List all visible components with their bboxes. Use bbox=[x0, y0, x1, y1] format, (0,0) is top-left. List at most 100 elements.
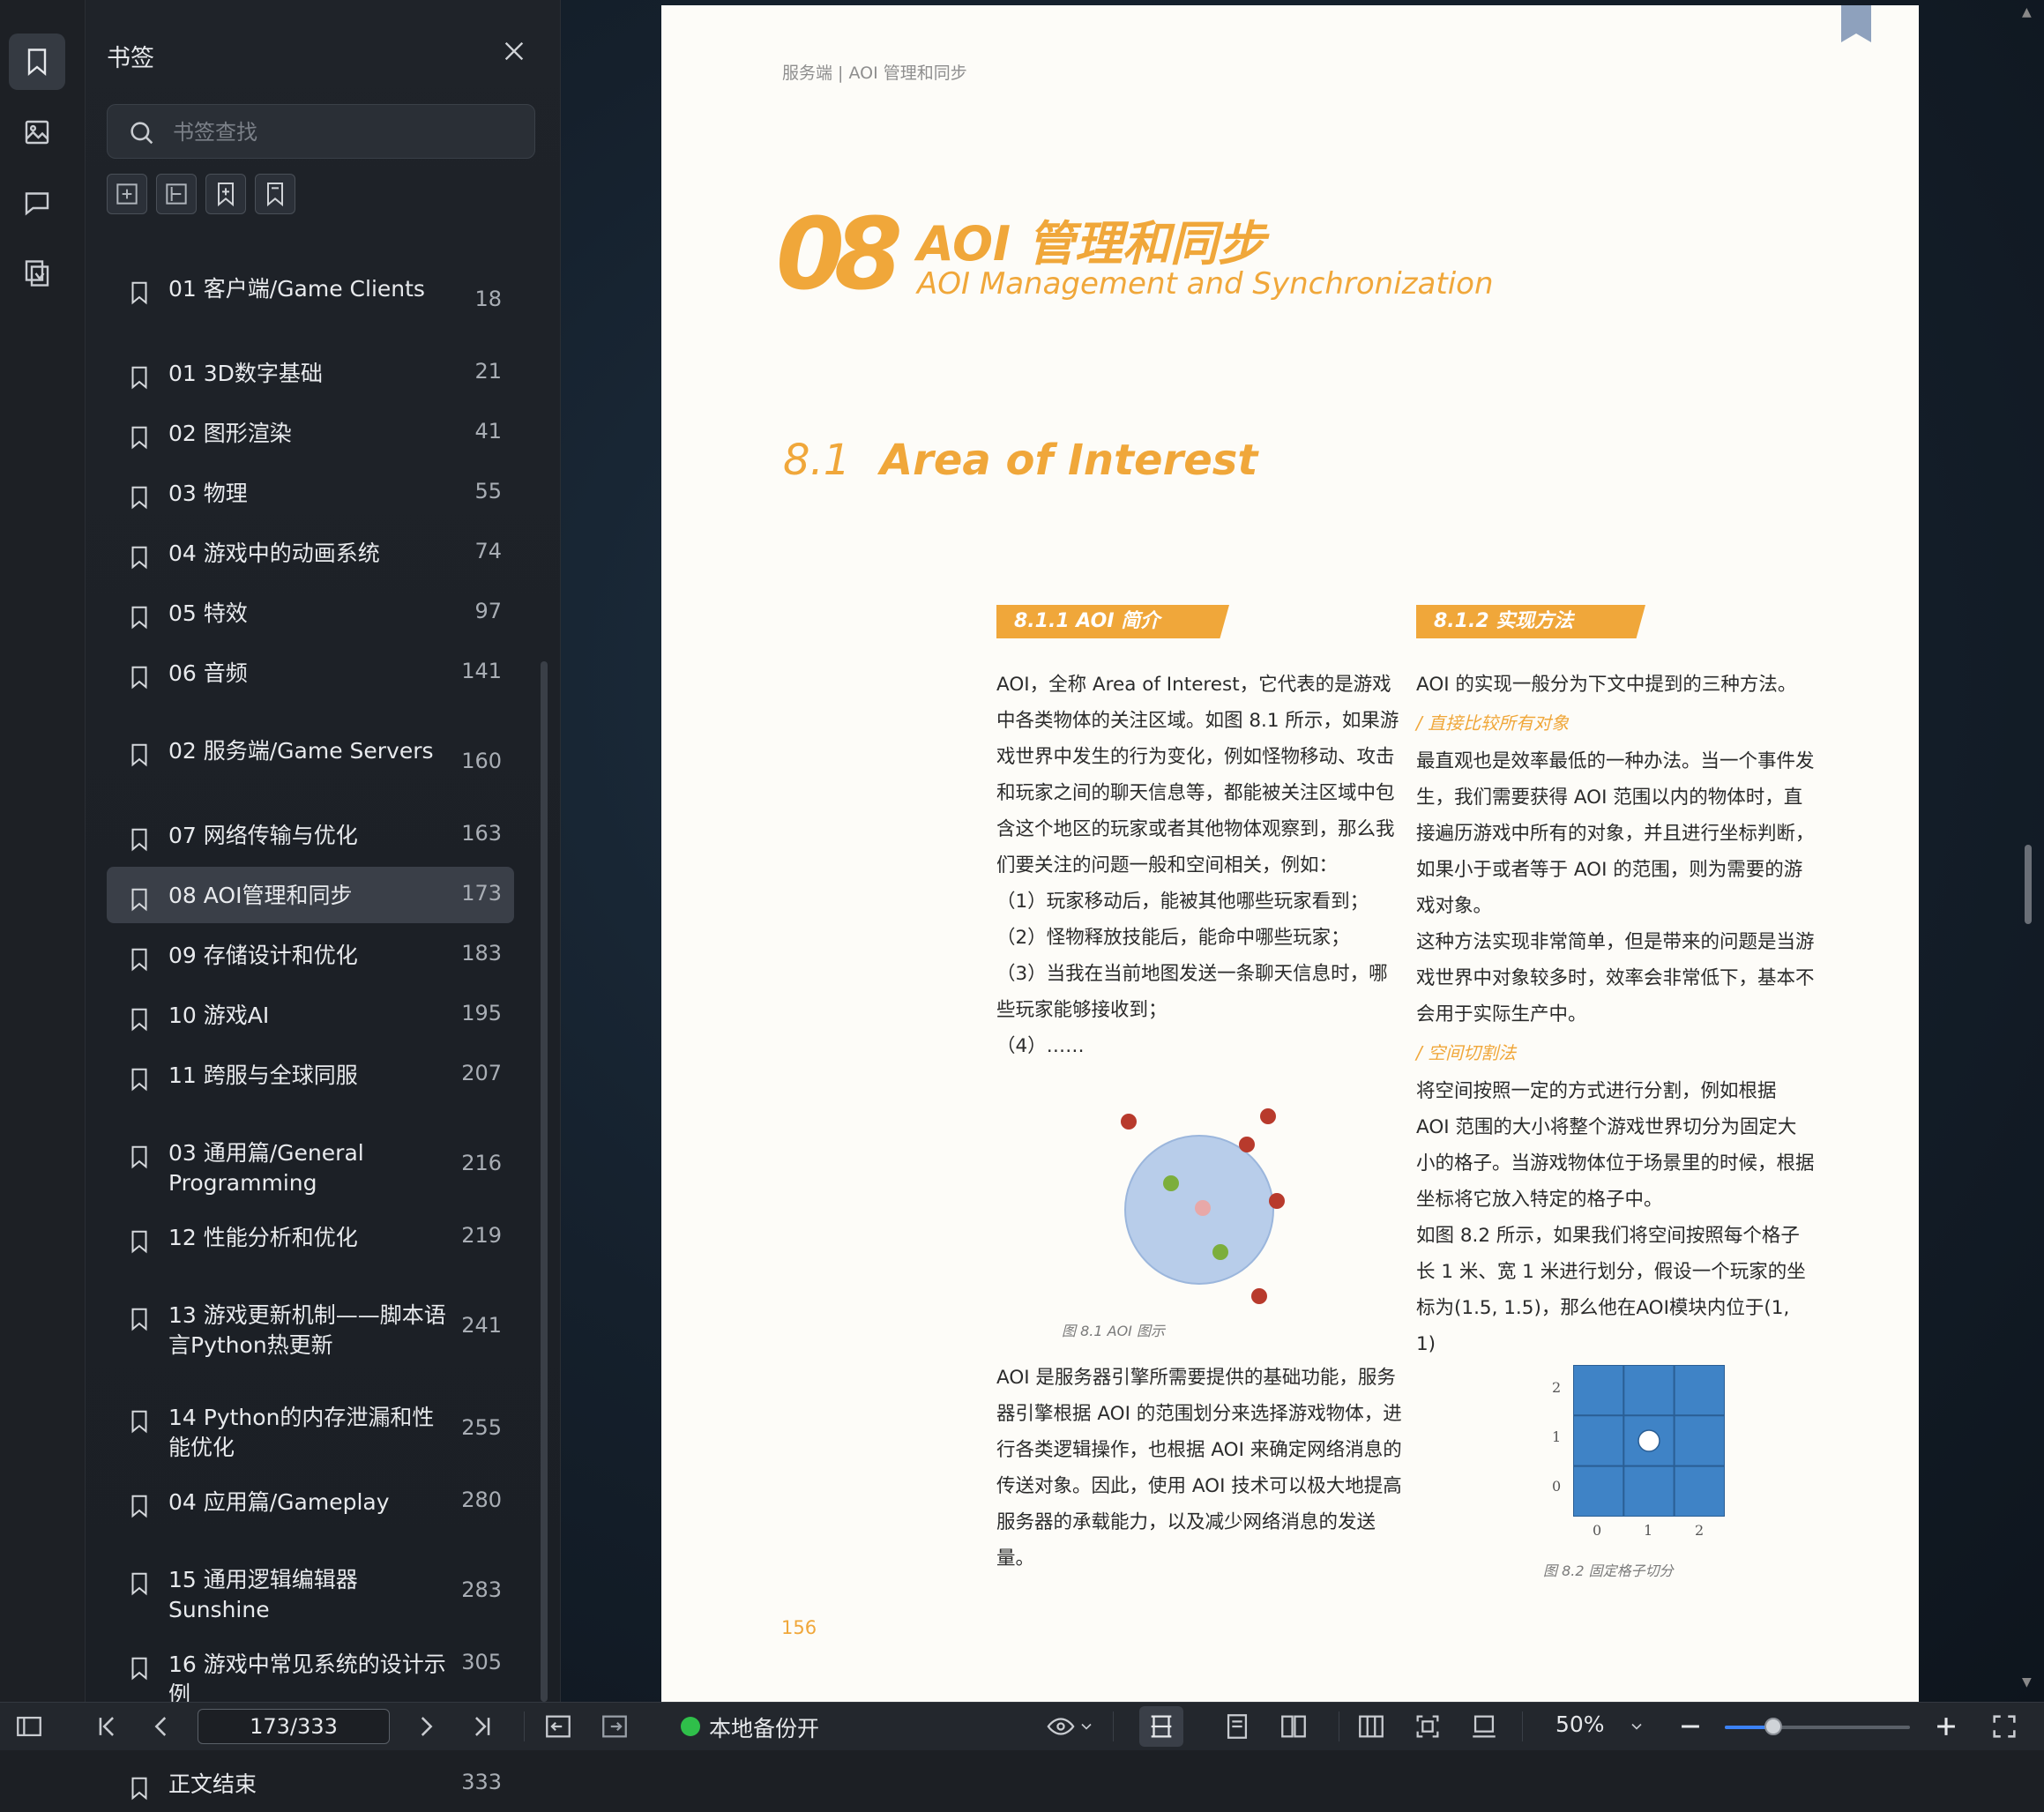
x-tick-label: 2 bbox=[1695, 1522, 1705, 1539]
eye-icon[interactable] bbox=[1046, 1711, 1076, 1741]
bookmark-item[interactable]: 08 AOI管理和同步 173 bbox=[107, 867, 514, 923]
subsection-badge-methods: 8.1.2 实现方法 bbox=[1416, 605, 1645, 638]
zoom-slider-handle[interactable] bbox=[1764, 1718, 1782, 1735]
bookmark-item[interactable]: 03 物理 55 bbox=[107, 465, 514, 521]
continuous-scroll-icon[interactable] bbox=[1146, 1711, 1176, 1741]
bookmark-icon bbox=[131, 1410, 147, 1434]
expand-all-icon bbox=[116, 183, 138, 205]
bookmark-item[interactable]: 01 客户端/Game Clients 18 bbox=[107, 260, 514, 341]
bookmark-item[interactable]: 05 特效 97 bbox=[107, 585, 514, 641]
subsection-badge-aoi-intro: 8.1.1 AOI 简介 bbox=[996, 605, 1229, 638]
actual-size-icon[interactable] bbox=[1469, 1711, 1499, 1741]
bookmark-item[interactable]: 09 存储设计和优化 183 bbox=[107, 927, 514, 983]
chevron-down-icon[interactable] bbox=[1628, 1711, 1645, 1741]
image-icon bbox=[25, 120, 49, 145]
sidebar-scrollbar[interactable] bbox=[541, 661, 548, 1702]
right-column-text: AOI 的实现一般分为下文中提到的三种方法。 / 直接比较所有对象 最直观也是效… bbox=[1416, 667, 1815, 1362]
bookmark-item[interactable]: 01 3D数字基础 21 bbox=[107, 345, 514, 401]
bookmark-item[interactable]: 13 游戏更新机制——脚本语言Python热更新 241 bbox=[107, 1286, 514, 1368]
bookmark-item-page: 283 bbox=[461, 1577, 502, 1602]
bookmark-item-label: 03 通用篇/General Programming bbox=[168, 1140, 364, 1196]
last-page-icon[interactable] bbox=[467, 1711, 497, 1741]
close-icon[interactable] bbox=[500, 37, 528, 65]
method-heading-grid: / 空间切割法 bbox=[1416, 1042, 1517, 1063]
bookmark-item[interactable]: 07 网络传输与优化 163 bbox=[107, 807, 514, 863]
bookmark-item[interactable]: 11 跨服与全球同服 207 bbox=[107, 1047, 514, 1103]
bookmark-item[interactable]: 16 游戏中常见系统的设计示例 305 bbox=[107, 1636, 514, 1707]
page-number-input[interactable]: 173/333 bbox=[198, 1709, 390, 1744]
expand-all-button[interactable] bbox=[107, 174, 147, 214]
fit-width-icon[interactable] bbox=[1356, 1711, 1386, 1741]
bookmark-item-label: 02 服务端/Game Servers bbox=[168, 738, 434, 764]
bookmark-item[interactable]: 10 游戏AI 195 bbox=[107, 987, 514, 1043]
bookmark-icon bbox=[131, 1068, 147, 1092]
bookmark-search-input[interactable] bbox=[171, 114, 527, 151]
collapse-all-button[interactable] bbox=[156, 174, 197, 214]
toggle-sidebar-icon[interactable] bbox=[14, 1711, 44, 1741]
page-bookmark-flag-icon[interactable] bbox=[1841, 5, 1871, 42]
bookmark-icon bbox=[131, 1008, 147, 1032]
two-page-icon[interactable] bbox=[1279, 1711, 1309, 1741]
bookmark-item[interactable]: 04 应用篇/Gameplay 280 bbox=[107, 1473, 514, 1530]
thumbnail-panel-button[interactable] bbox=[9, 104, 65, 160]
bookmark-item-label: 01 客户端/Game Clients bbox=[168, 276, 425, 302]
bookmark-panel-button[interactable] bbox=[9, 34, 65, 90]
bookmark-item-label: 04 游戏中的动画系统 bbox=[168, 541, 380, 566]
zoom-in-icon[interactable] bbox=[1931, 1711, 1961, 1741]
comments-panel-button[interactable] bbox=[9, 175, 65, 231]
bookmark-item-page: 18 bbox=[474, 287, 502, 311]
bookmark-item-page: 241 bbox=[461, 1313, 502, 1338]
monster-red-marker bbox=[1239, 1137, 1255, 1152]
bookmark-list: 01 客户端/Game Clients 18 01 3D数字基础 21 02 图形渲染 4… bbox=[107, 260, 516, 1812]
forward-icon[interactable] bbox=[600, 1711, 630, 1741]
attachments-panel-button[interactable] bbox=[9, 245, 65, 302]
add-bookmark-icon bbox=[218, 183, 234, 207]
bookmark-item[interactable]: 04 游戏中的动画系统 74 bbox=[107, 525, 514, 581]
first-page-icon[interactable] bbox=[92, 1711, 122, 1741]
bookmark-item[interactable]: 15 通用逻辑编辑器Sunshine 283 bbox=[107, 1551, 514, 1632]
paragraph: 如图 8.2 所示，如果我们将空间按照每个格子长 1 米、宽 1 米进行划分，假… bbox=[1416, 1225, 1806, 1355]
zoom-out-icon[interactable] bbox=[1675, 1711, 1705, 1741]
bookmark-item[interactable]: 正文结束 333 bbox=[107, 1756, 514, 1812]
fit-page-icon[interactable] bbox=[1413, 1711, 1443, 1741]
bookmark-item-label: 01 3D数字基础 bbox=[168, 361, 323, 386]
backup-status-label[interactable]: 本地备份开 bbox=[709, 1711, 819, 1743]
bookmark-item-label: 11 跨服与全球同服 bbox=[168, 1063, 358, 1088]
zoom-slider[interactable] bbox=[1725, 1718, 1910, 1735]
add-bookmark-button[interactable] bbox=[205, 174, 246, 214]
bookmark-item-page: 333 bbox=[461, 1770, 502, 1794]
prev-page-icon[interactable] bbox=[146, 1711, 176, 1741]
bookmark-item-label: 02 图形渲染 bbox=[168, 421, 292, 446]
bookmark-item[interactable]: 02 图形渲染 41 bbox=[107, 405, 514, 461]
back-icon[interactable] bbox=[543, 1711, 573, 1741]
monster-red-marker bbox=[1269, 1193, 1285, 1209]
bookmark-item[interactable]: 02 服务端/Game Servers 160 bbox=[107, 722, 514, 803]
bookmark-item[interactable]: 12 性能分析和优化 219 bbox=[107, 1209, 514, 1265]
bookmark-item[interactable]: 06 音频 141 bbox=[107, 645, 514, 701]
scroll-up-arrow-icon[interactable]: ▲ bbox=[2022, 5, 2032, 19]
chevron-down-icon[interactable] bbox=[1078, 1711, 1095, 1741]
bookmark-icon bbox=[131, 1308, 147, 1331]
bookmark-item[interactable]: 03 通用篇/General Programming 216 bbox=[107, 1124, 514, 1205]
section-title: Area of Interest bbox=[880, 436, 1258, 485]
paragraph: AOI 的实现一般分为下文中提到的三种方法。 bbox=[1416, 674, 1797, 696]
section-number: 8.1 bbox=[783, 436, 851, 485]
x-tick-label: 0 bbox=[1593, 1522, 1602, 1539]
remove-bookmark-button[interactable] bbox=[255, 174, 295, 214]
player-green-marker bbox=[1212, 1244, 1228, 1260]
search-icon bbox=[131, 122, 153, 145]
paragraph: 将空间按照一定的方式进行分割，例如根据 AOI 范围的大小将整个游戏世界切分为固… bbox=[1416, 1080, 1815, 1211]
zoom-level[interactable]: 50% bbox=[1555, 1711, 1605, 1737]
chapter-title-en: AOI Management and Synchronization bbox=[917, 266, 1494, 302]
fullscreen-icon[interactable] bbox=[1989, 1711, 2019, 1741]
bookmark-item[interactable]: 14 Python的内存泄漏和性能优化 255 bbox=[107, 1389, 514, 1470]
x-tick-label: 1 bbox=[1644, 1522, 1653, 1539]
bookmark-icon bbox=[131, 426, 147, 450]
document-scrollbar-thumb[interactable] bbox=[2025, 845, 2032, 924]
next-page-icon[interactable] bbox=[411, 1711, 441, 1741]
bookmark-item-page: 141 bbox=[461, 659, 502, 683]
monster-red-marker bbox=[1260, 1108, 1276, 1124]
bookmark-item-label: 07 网络传输与优化 bbox=[168, 823, 358, 848]
single-page-icon[interactable] bbox=[1222, 1711, 1252, 1741]
scroll-down-arrow-icon[interactable]: ▼ bbox=[2022, 1675, 2032, 1689]
